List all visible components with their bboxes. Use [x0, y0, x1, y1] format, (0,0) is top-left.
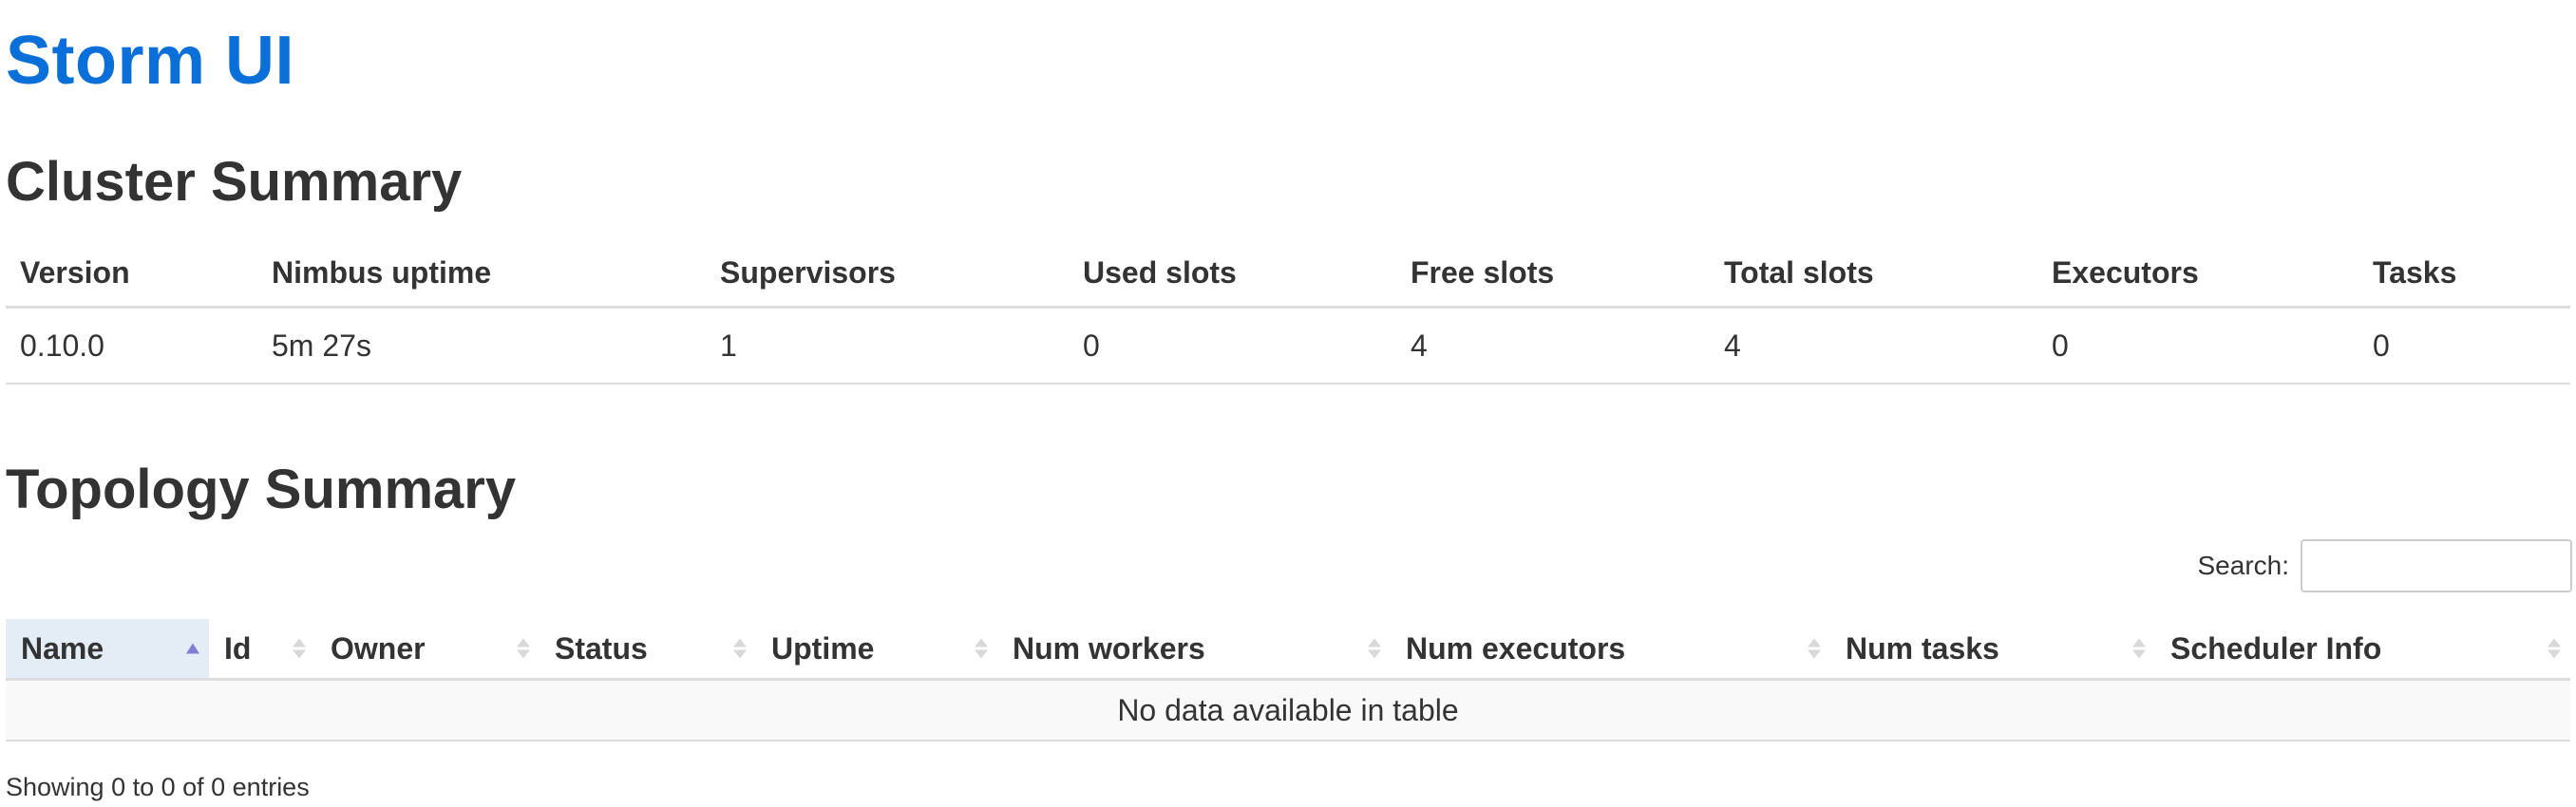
- column-header-num-tasks[interactable]: Num tasks: [1830, 619, 2155, 681]
- column-header-version: Version: [6, 239, 257, 309]
- sort-both-icon: [2548, 638, 2561, 659]
- sort-both-icon: [517, 638, 530, 659]
- column-header-num-workers[interactable]: Num workers: [997, 619, 1391, 681]
- column-header-id[interactable]: Id: [209, 619, 315, 681]
- table-row: 0.10.0 5m 27s 1 0 4 4 0 0: [6, 307, 2570, 385]
- empty-table-message: No data available in table: [6, 679, 2570, 741]
- cell-executors: 0: [2037, 307, 2358, 385]
- sort-both-icon: [1368, 638, 1381, 659]
- sort-both-icon: [1808, 638, 1821, 659]
- sort-both-icon: [293, 638, 306, 659]
- search-box: Search:: [2197, 539, 2572, 592]
- sort-ascending-icon: [186, 643, 199, 654]
- table-info: Showing 0 to 0 of 0 entries: [6, 773, 310, 801]
- empty-row: No data available in table: [6, 679, 2570, 741]
- topology-summary-table: Name Id Owner Status Uptime Num workers …: [6, 619, 2570, 741]
- cluster-header-row: Version Nimbus uptime Supervisors Used s…: [6, 239, 2570, 309]
- column-header-label: Num tasks: [1846, 630, 1999, 666]
- column-header-label: Owner: [331, 630, 426, 666]
- sort-both-icon: [733, 638, 747, 659]
- column-header-uptime[interactable]: Uptime: [756, 619, 997, 681]
- app-title: Storm UI: [6, 23, 295, 99]
- column-header-total-slots: Total slots: [1710, 239, 2037, 309]
- column-header-label: Num workers: [1013, 630, 1205, 666]
- cell-nimbus-uptime: 5m 27s: [257, 307, 706, 385]
- cell-supervisors: 1: [706, 307, 1069, 385]
- column-header-label: Uptime: [771, 630, 875, 666]
- topology-header-row: Name Id Owner Status Uptime Num workers …: [6, 619, 2570, 681]
- search-label: Search:: [2197, 551, 2290, 580]
- search-input[interactable]: [2301, 539, 2572, 592]
- cell-total-slots: 4: [1710, 307, 2037, 385]
- cluster-summary-title: Cluster Summary: [6, 151, 463, 213]
- sort-both-icon: [2132, 638, 2146, 659]
- topology-summary-title: Topology Summary: [6, 459, 517, 520]
- column-header-label: Num executors: [1406, 630, 1626, 666]
- column-header-scheduler-info[interactable]: Scheduler Info: [2155, 619, 2570, 681]
- sort-both-icon: [975, 638, 988, 659]
- column-header-name[interactable]: Name: [6, 619, 209, 681]
- column-header-num-executors[interactable]: Num executors: [1391, 619, 1830, 681]
- column-header-label: Name: [21, 630, 104, 666]
- column-header-supervisors: Supervisors: [706, 239, 1069, 309]
- column-header-label: Scheduler Info: [2170, 630, 2382, 666]
- column-header-label: Id: [224, 630, 252, 666]
- cell-used-slots: 0: [1069, 307, 1396, 385]
- column-header-used-slots: Used slots: [1069, 239, 1396, 309]
- column-header-tasks: Tasks: [2358, 239, 2570, 309]
- cell-tasks: 0: [2358, 307, 2570, 385]
- cell-free-slots: 4: [1396, 307, 1710, 385]
- column-header-label: Status: [555, 630, 648, 666]
- column-header-executors: Executors: [2037, 239, 2358, 309]
- column-header-free-slots: Free slots: [1396, 239, 1710, 309]
- storm-ui-page: Storm UI Cluster Summary Version Nimbus …: [0, 0, 2576, 807]
- column-header-status[interactable]: Status: [540, 619, 756, 681]
- column-header-nimbus-uptime: Nimbus uptime: [257, 239, 706, 309]
- column-header-owner[interactable]: Owner: [315, 619, 540, 681]
- cell-version: 0.10.0: [6, 307, 257, 385]
- cluster-summary-table: Version Nimbus uptime Supervisors Used s…: [6, 239, 2570, 385]
